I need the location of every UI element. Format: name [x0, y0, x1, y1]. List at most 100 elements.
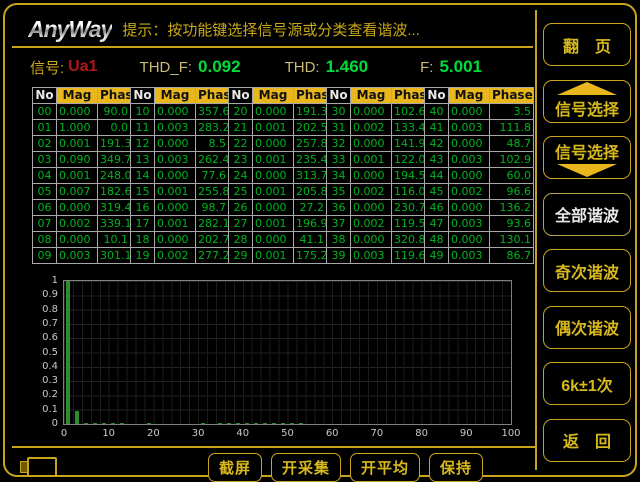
info-row: 信号: Ua1 THD_F: 0.092 THD: 1.460 F: 5.001 [30, 54, 530, 80]
harmonics-chart: 10.90.80.70.60.50.40.30.20.1001020304050… [32, 272, 532, 444]
table-cell: 130.1 [490, 232, 534, 248]
table-cell: 235.4 [294, 152, 327, 168]
table-cell: 19 [131, 248, 155, 264]
table-cell: 27.2 [294, 200, 327, 216]
softkey-翻 页[interactable]: 翻 页 [543, 23, 631, 66]
table-cell: 119.5 [392, 216, 425, 232]
y-axis-tick: 0.4 [32, 361, 58, 372]
thdf-value: 0.092 [198, 57, 241, 77]
softkey-signal-select-up[interactable]: 信号选择 [543, 80, 631, 123]
harmonic-bar [120, 423, 124, 424]
column-header: No [131, 88, 155, 104]
table-cell: 262.4 [196, 152, 229, 168]
table-cell: 22 [229, 136, 253, 152]
table-cell: 13 [131, 152, 155, 168]
table-cell: 01 [33, 120, 57, 136]
column-header: Phase [392, 88, 425, 104]
table-cell: 77.6 [196, 168, 229, 184]
column-header: Phase [294, 88, 327, 104]
table-cell: 194.5 [392, 168, 425, 184]
arrow-up-icon [557, 82, 617, 95]
battery-icon [20, 457, 57, 477]
x-axis-tick: 80 [407, 428, 437, 439]
harmonic-bar [201, 423, 205, 424]
softkey-偶次谐波[interactable]: 偶次谐波 [543, 306, 631, 349]
x-axis-tick: 40 [228, 428, 258, 439]
table-cell: 122.0 [392, 152, 425, 168]
bottom-bar: 截屏开采集开平均保持 [12, 446, 535, 470]
table-cell: 339.1 [98, 216, 131, 232]
table-cell: 0.002 [155, 248, 196, 264]
bottom-button-开采集[interactable]: 开采集 [271, 453, 341, 482]
table-cell: 0.0 [98, 120, 131, 136]
column-header: Phase [490, 88, 534, 104]
softkey-signal-select-down[interactable]: 信号选择 [543, 136, 631, 179]
table-cell: 0.003 [351, 248, 392, 264]
x-axis-tick: 0 [49, 428, 79, 439]
softkey-label: 全部谐波 [555, 202, 619, 226]
table-cell: 14 [131, 168, 155, 184]
table-cell: 21 [229, 120, 253, 136]
harmonic-bar [290, 423, 294, 424]
table-cell: 98.7 [196, 200, 229, 216]
harmonic-bar [263, 423, 267, 424]
table-cell: 0.000 [155, 104, 196, 120]
table-cell: 0.002 [57, 216, 98, 232]
table-cell: 202.7 [196, 232, 229, 248]
table-cell: 17 [131, 216, 155, 232]
y-axis-tick: 0.8 [32, 304, 58, 315]
table-cell: 26 [229, 200, 253, 216]
main-area: AnyWay 提示：按功能键选择信号源或分类查看谐波... 信号: Ua1 TH… [10, 10, 535, 470]
thdf-label: THD_F: [140, 59, 193, 76]
table-cell: 248.0 [98, 168, 131, 184]
table-row: 070.002339.1170.001282.1270.001196.9370.… [33, 216, 534, 232]
bottom-button-开平均[interactable]: 开平均 [350, 453, 420, 482]
column-header: Mag [351, 88, 392, 104]
table-cell: 0.000 [449, 200, 490, 216]
softkey-label: 6k±1次 [561, 372, 612, 396]
x-axis-tick: 60 [317, 428, 347, 439]
table-cell: 0.007 [57, 184, 98, 200]
table-cell: 357.6 [196, 104, 229, 120]
table-cell: 0.002 [449, 184, 490, 200]
table-cell: 43 [425, 152, 449, 168]
harmonic-bar [102, 423, 106, 424]
table-row: 090.003301.1190.002277.2290.001175.2390.… [33, 248, 534, 264]
table-cell: 320.8 [392, 232, 425, 248]
table-cell: 0.000 [351, 104, 392, 120]
softkey-返 回[interactable]: 返 回 [543, 419, 631, 462]
table-cell: 60.0 [490, 168, 534, 184]
table-cell: 41.1 [294, 232, 327, 248]
table-cell: 102.9 [490, 152, 534, 168]
harmonic-bar [75, 411, 79, 424]
table-cell: 0.000 [253, 136, 294, 152]
x-axis-tick: 70 [362, 428, 392, 439]
table-cell: 0.000 [57, 232, 98, 248]
table-cell: 05 [33, 184, 57, 200]
softkey-6k±1次[interactable]: 6k±1次 [543, 362, 631, 405]
softkey-label: 奇次谐波 [555, 259, 619, 283]
table-cell: 182.6 [98, 184, 131, 200]
table-cell: 136.2 [490, 200, 534, 216]
harmonic-bar [299, 423, 303, 424]
f-value: 5.001 [439, 57, 482, 77]
thd-value: 1.460 [326, 57, 369, 77]
table-cell: 111.8 [490, 120, 534, 136]
table-cell: 04 [33, 168, 57, 184]
x-axis-tick: 90 [451, 428, 481, 439]
harmonic-bar [111, 423, 115, 424]
table-cell: 42 [425, 136, 449, 152]
table-cell: 0.003 [449, 152, 490, 168]
table-cell: 1.000 [57, 120, 98, 136]
column-header: Mag [57, 88, 98, 104]
bottom-button-截屏[interactable]: 截屏 [208, 453, 262, 482]
table-cell: 23 [229, 152, 253, 168]
column-header: Mag [449, 88, 490, 104]
softkey-奇次谐波[interactable]: 奇次谐波 [543, 249, 631, 292]
softkey-全部谐波[interactable]: 全部谐波 [543, 193, 631, 236]
table-cell: 0.000 [253, 200, 294, 216]
table-cell: 45 [425, 184, 449, 200]
bottom-button-保持[interactable]: 保持 [429, 453, 483, 482]
table-cell: 25 [229, 184, 253, 200]
table-cell: 32 [327, 136, 351, 152]
